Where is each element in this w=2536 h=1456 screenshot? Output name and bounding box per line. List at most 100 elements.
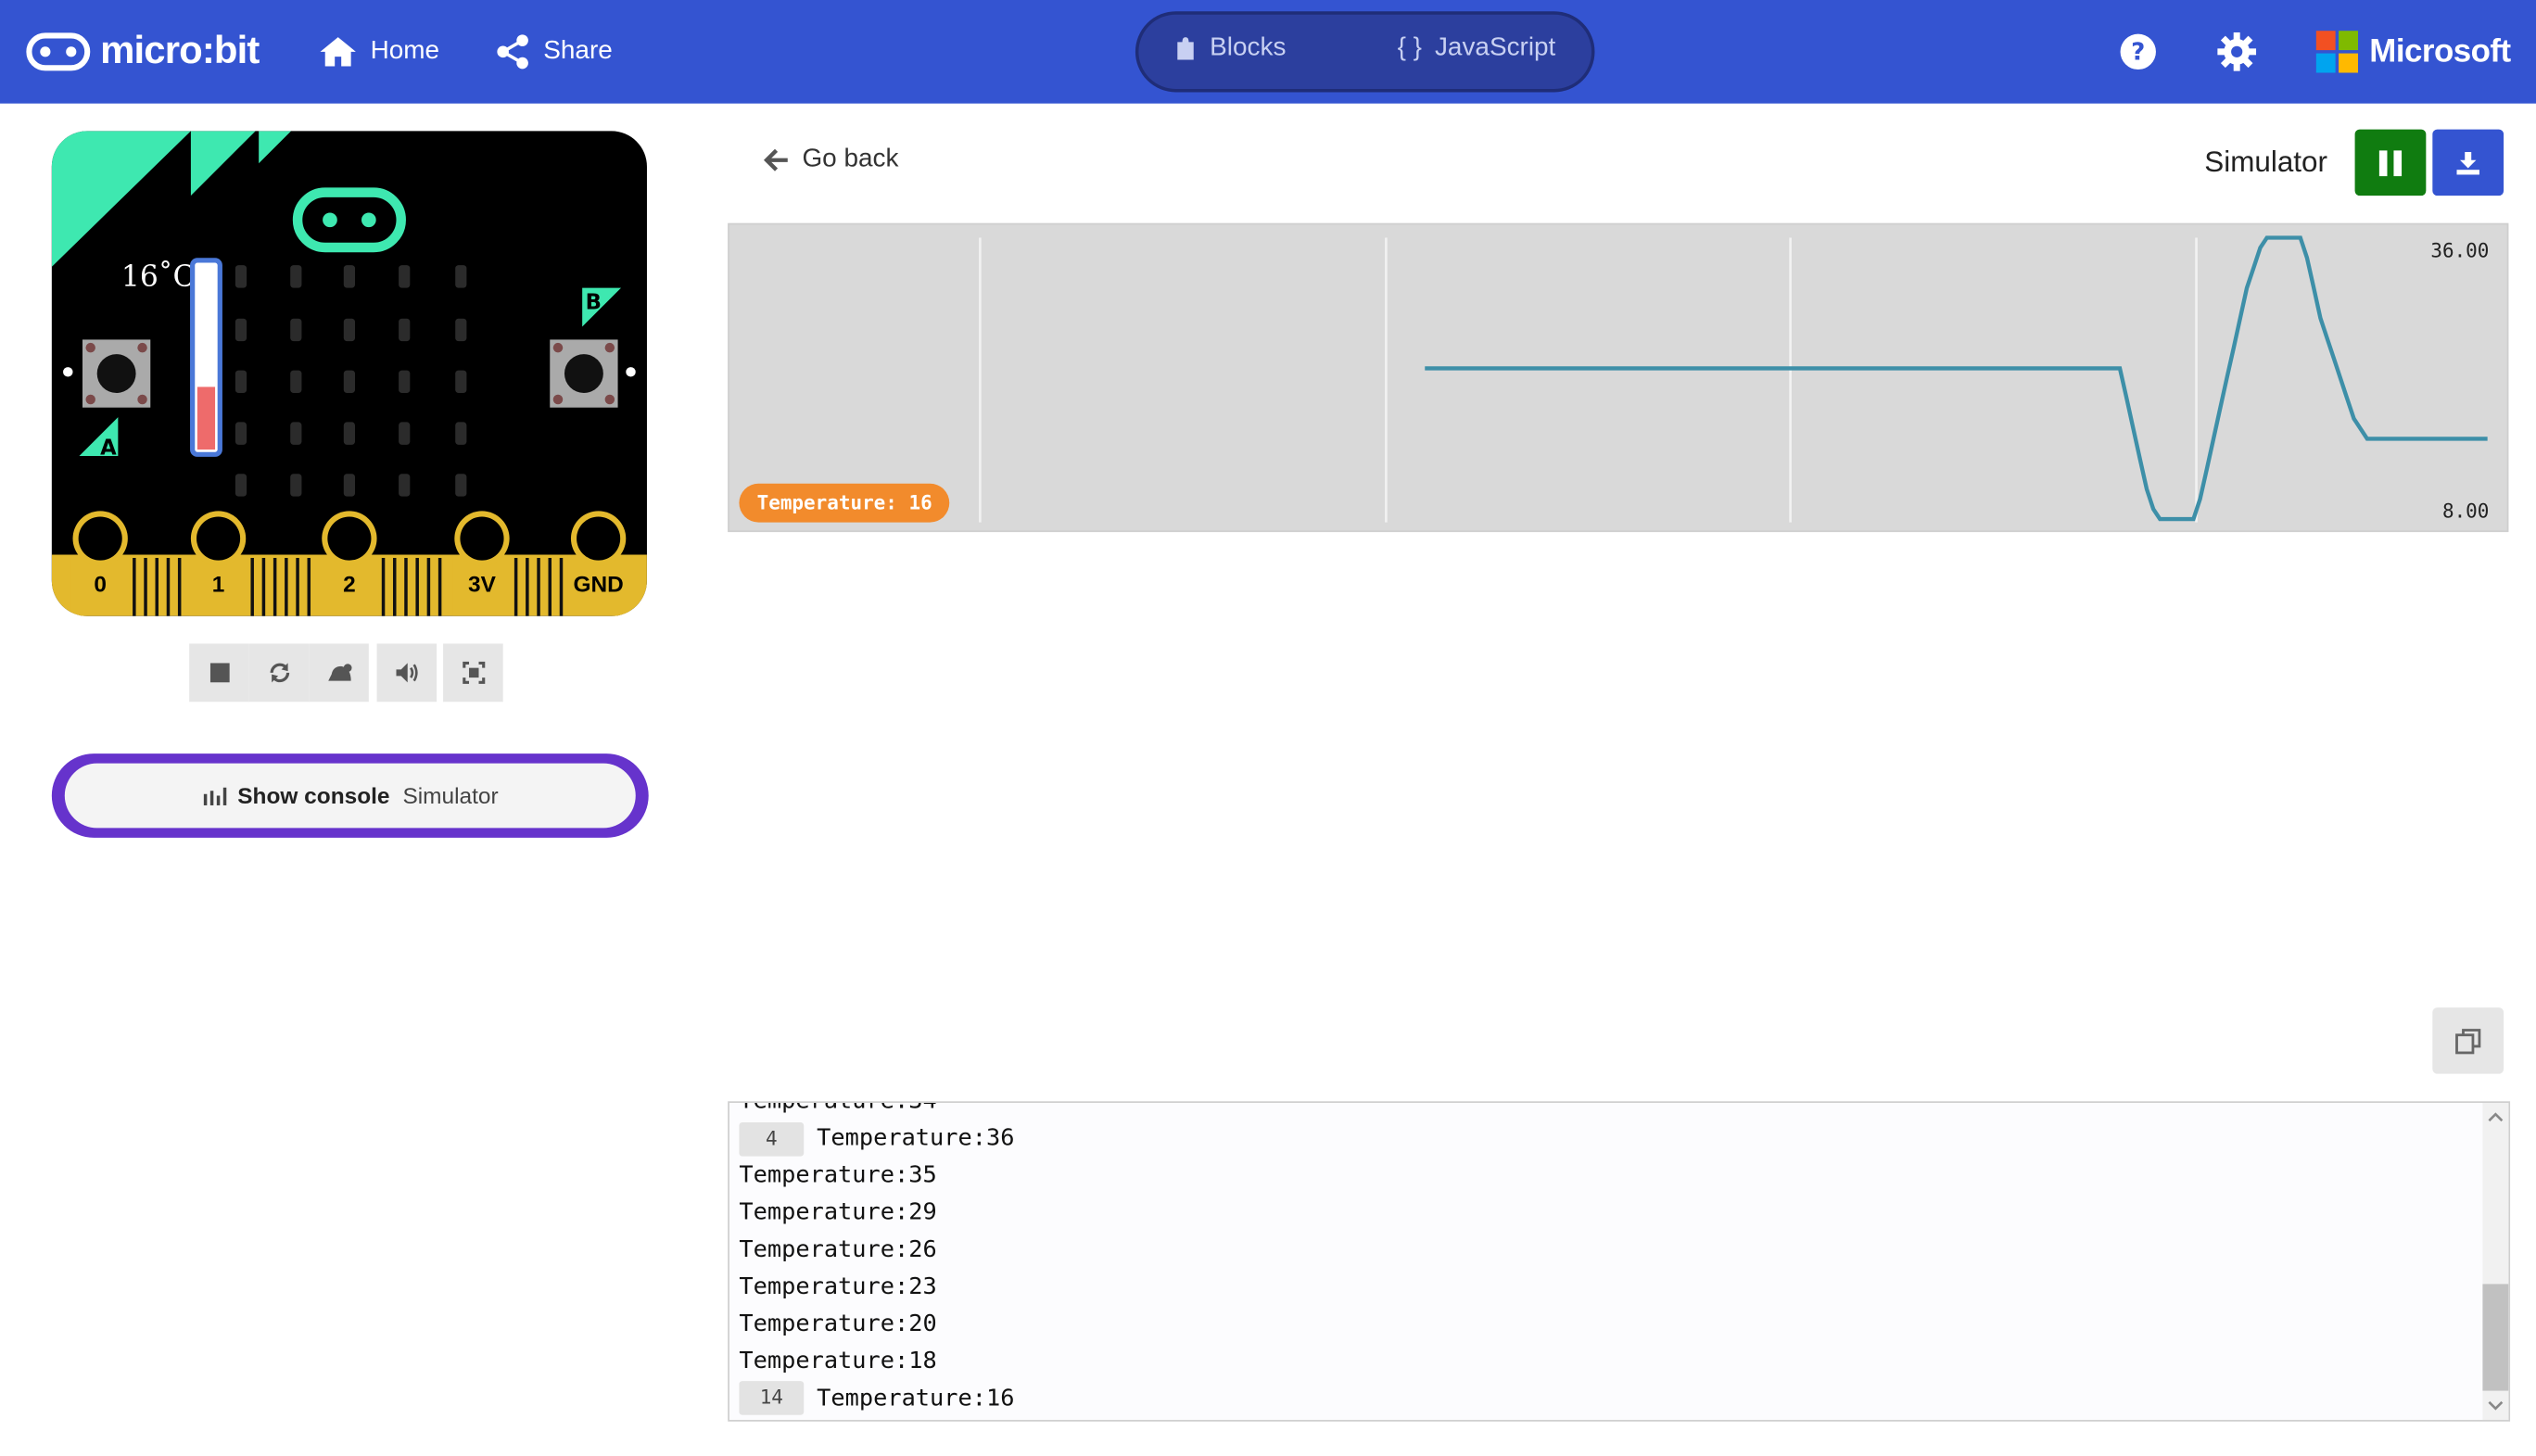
console-line-text: Temperature:36	[817, 1126, 1015, 1152]
pin-2[interactable]	[320, 511, 379, 616]
bar-chart-icon	[203, 787, 227, 805]
led-1-1	[290, 318, 302, 342]
led-2-4	[455, 370, 467, 394]
board-corner-stripe	[51, 131, 191, 267]
led-4-3	[399, 474, 411, 497]
simulator-title: Simulator	[2204, 146, 2327, 178]
share-icon	[497, 34, 528, 70]
led-3-3	[399, 422, 411, 445]
console-line: Temperature:23	[739, 1269, 1014, 1306]
temperature-series-line	[1425, 235, 2488, 522]
edge-pin	[514, 557, 518, 616]
console-line: 14 Temperature:16	[739, 1380, 1014, 1417]
mute-button[interactable]	[376, 643, 437, 703]
arrow-left-icon	[763, 148, 788, 171]
edge-pin	[144, 557, 147, 616]
pause-icon	[2378, 149, 2403, 176]
scroll-down-icon[interactable]	[2482, 1394, 2508, 1416]
led-4-1	[290, 474, 302, 497]
edge-pin	[273, 557, 277, 616]
repeat-count-badge: 14	[739, 1381, 805, 1415]
edge-pin	[548, 557, 552, 616]
javascript-label: JavaScript	[1434, 33, 1556, 62]
chart-max-label: 36.00	[2430, 239, 2490, 262]
scroll-up-icon[interactable]	[2482, 1107, 2508, 1129]
show-console-inner: Show console Simulator	[64, 763, 636, 829]
chart-min-label: 8.00	[2441, 500, 2490, 523]
pause-button[interactable]	[2354, 129, 2427, 196]
led-1-0	[235, 318, 247, 342]
console-line: Temperature:35	[739, 1158, 1014, 1195]
console-line: 4 Temperature:36	[739, 1120, 1014, 1158]
edge-pin	[415, 557, 419, 616]
led-3-0	[235, 422, 247, 445]
restart-icon	[269, 663, 289, 683]
console-line: Temperature:20	[739, 1306, 1014, 1343]
pin-1[interactable]	[189, 511, 247, 616]
board-corner-stripe	[259, 131, 292, 164]
puzzle-icon	[1177, 37, 1194, 60]
go-back-button[interactable]: Go back	[763, 146, 898, 174]
pin-3v[interactable]	[452, 511, 512, 616]
show-console-button[interactable]: Show console Simulator	[51, 753, 649, 838]
led-4-2	[343, 474, 356, 497]
logo-touch-icon[interactable]	[292, 187, 406, 253]
help-button[interactable]: ?	[2119, 32, 2158, 80]
pin-3v-label: 3V	[468, 573, 497, 598]
home-icon	[320, 37, 356, 67]
button-a[interactable]	[82, 339, 151, 408]
edge-pin	[261, 557, 266, 616]
microsoft-logo[interactable]: Microsoft	[2315, 31, 2511, 73]
slow-mo-button[interactable]	[309, 643, 369, 703]
pin-1-label: 1	[212, 573, 225, 598]
stop-button[interactable]	[189, 643, 249, 703]
console-line-text: Temperature:35	[739, 1162, 937, 1189]
edge-pin	[177, 557, 182, 616]
edge-pin	[537, 557, 540, 616]
gear-icon	[2217, 32, 2257, 71]
edge-pin	[133, 557, 136, 616]
button-a-label: A	[100, 436, 117, 460]
blocks-tab[interactable]: Blocks	[1174, 34, 1286, 63]
current-value-badge: Temperature: 16	[739, 483, 950, 523]
pin-0[interactable]	[70, 511, 130, 616]
console-line-text: Temperature:18	[739, 1348, 937, 1374]
led-2-1	[290, 370, 302, 394]
console-line: Temperature:18	[739, 1343, 1014, 1380]
download-button[interactable]	[2432, 129, 2504, 196]
svg-text:?: ?	[2131, 39, 2145, 67]
slow-mo-icon	[327, 664, 351, 681]
show-console-sublabel: Simulator	[402, 782, 499, 809]
led-3-4	[455, 422, 467, 445]
edge-pin	[166, 557, 171, 616]
share-button[interactable]: Share	[495, 29, 613, 74]
console-scrollbar[interactable]	[2482, 1103, 2509, 1421]
microbit-logo-icon	[26, 32, 91, 71]
repeat-count-badge: 4	[739, 1121, 805, 1157]
pin-gnd[interactable]	[567, 511, 629, 616]
led-2-0	[235, 370, 247, 394]
microbit-logo[interactable]: micro:bit	[26, 26, 260, 78]
microsoft-logo-icon	[2315, 31, 2359, 73]
restart-button[interactable]	[248, 643, 310, 703]
copy-button[interactable]	[2432, 1007, 2504, 1074]
brand-text: micro:bit	[100, 29, 260, 73]
settings-button[interactable]	[2217, 32, 2257, 80]
console-scroll-thumb[interactable]	[2482, 1284, 2509, 1391]
screenshot-button[interactable]	[443, 643, 503, 703]
home-button[interactable]: Home	[319, 29, 439, 74]
serial-console[interactable]: Temperature:34 4 Temperature:36 Temperature…	[728, 1101, 2511, 1422]
braces-icon: { }	[1397, 33, 1423, 62]
chart-plot	[979, 235, 2488, 523]
javascript-tab[interactable]: { } JavaScript	[1398, 34, 1556, 63]
console-lines: Temperature:34 4 Temperature:36 Temperature…	[739, 1101, 1014, 1417]
edge-pin	[285, 557, 288, 616]
temperature-fill	[197, 386, 216, 450]
button-b[interactable]	[550, 339, 618, 408]
button-b-label: B	[586, 290, 602, 314]
edge-pin	[155, 557, 159, 616]
console-line-text: Temperature:34	[739, 1101, 937, 1115]
app-root: micro:bit Home Share Blocks { } JavaScri…	[0, 0, 2536, 1455]
led-0-0	[235, 265, 247, 288]
pin-2-label: 2	[343, 573, 356, 598]
